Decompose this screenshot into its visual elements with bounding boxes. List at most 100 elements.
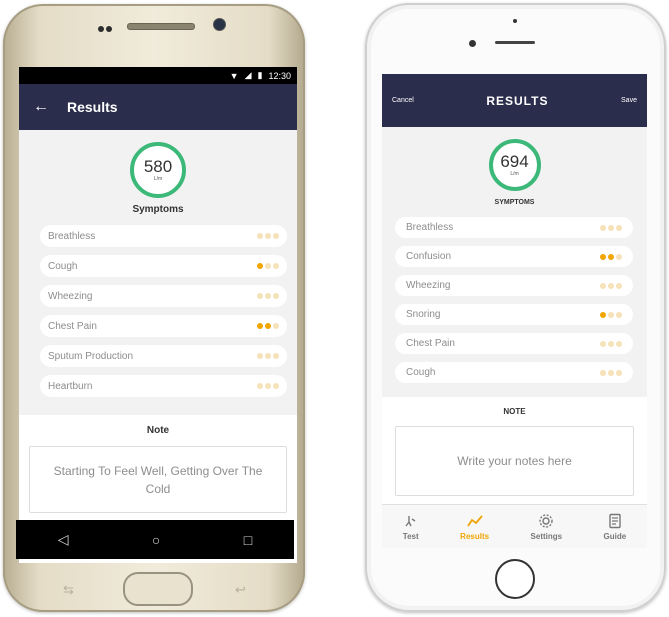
note-field[interactable]: Starting To Feel Well, Getting Over The … [29, 446, 287, 513]
severity-dot[interactable] [616, 253, 622, 260]
tab-settings[interactable]: Settings [530, 513, 563, 541]
severity-rating[interactable] [257, 383, 279, 389]
severity-dot[interactable] [600, 282, 606, 289]
lungs-icon [405, 515, 416, 526]
peak-flow-gauge: 694 L/m [488, 139, 541, 191]
note-heading: NOTE [503, 407, 526, 416]
severity-dot[interactable] [257, 353, 263, 359]
symptom-row[interactable]: Confusion [395, 246, 633, 267]
severity-dot[interactable] [265, 323, 271, 329]
app-bar: ← Results [19, 84, 297, 130]
severity-dot[interactable] [616, 340, 622, 347]
severity-dot[interactable] [616, 311, 622, 318]
severity-dot[interactable] [608, 311, 614, 318]
severity-rating[interactable] [600, 340, 622, 347]
android-phone: ▼ ◢ ▮ 12:30 ← Results 580 L/m Symptoms B… [3, 4, 305, 612]
severity-dot[interactable] [265, 353, 271, 359]
symptom-row[interactable]: Heartburn [40, 375, 287, 397]
symptom-label: Wheezing [48, 290, 93, 302]
severity-dot[interactable] [257, 263, 263, 269]
severity-dot[interactable] [608, 282, 614, 289]
symptom-label: Breathless [406, 222, 454, 233]
severity-dot[interactable] [257, 233, 263, 239]
home-button[interactable] [495, 559, 535, 599]
severity-dot[interactable] [273, 293, 279, 299]
page-title: Results [67, 99, 118, 115]
trend-line-icon [466, 514, 483, 526]
severity-dot[interactable] [608, 340, 614, 347]
peak-flow-gauge: 580 L/m [130, 142, 186, 198]
severity-dot[interactable] [600, 369, 606, 376]
nav-back-icon[interactable]: ◁ [58, 531, 69, 548]
symptom-row[interactable]: Snoring [395, 304, 633, 325]
severity-rating[interactable] [600, 282, 622, 289]
severity-dot[interactable] [600, 253, 606, 260]
severity-dot[interactable] [273, 383, 279, 389]
severity-dot[interactable] [600, 340, 606, 347]
severity-rating[interactable] [257, 323, 279, 329]
symptom-row[interactable]: Cough [40, 255, 287, 277]
severity-rating[interactable] [257, 293, 279, 299]
severity-dot[interactable] [608, 369, 614, 376]
severity-dot[interactable] [273, 323, 279, 329]
severity-rating[interactable] [600, 311, 622, 318]
tab-label: Guide [603, 531, 627, 541]
symptom-row[interactable]: Wheezing [40, 285, 287, 307]
note-input[interactable]: Write your notes here [395, 426, 634, 496]
tab-label: Results [460, 531, 490, 541]
symptom-row[interactable]: Sputum Production [40, 345, 287, 367]
nav-recents-icon[interactable]: □ [244, 532, 252, 548]
symptom-label: Cough [48, 260, 78, 272]
severity-dot[interactable] [265, 233, 271, 239]
severity-dot[interactable] [265, 383, 271, 389]
severity-dot[interactable] [257, 383, 263, 389]
severity-rating[interactable] [257, 233, 279, 239]
wifi-icon: ▼ [229, 70, 239, 81]
severity-dot[interactable] [616, 224, 622, 231]
severity-dot[interactable] [265, 293, 271, 299]
severity-rating[interactable] [600, 224, 622, 231]
note-section: NOTE Write your notes here [382, 397, 647, 505]
tab-results[interactable]: Results [460, 513, 489, 541]
tab-label: Settings [530, 531, 563, 541]
severity-dot[interactable] [257, 293, 263, 299]
status-bar: ▼ ◢ ▮ 12:30 [19, 67, 297, 84]
cancel-button[interactable]: Cancel [392, 97, 414, 104]
severity-dot[interactable] [600, 311, 606, 318]
severity-dot[interactable] [616, 369, 622, 376]
symptom-row[interactable]: Chest Pain [40, 315, 287, 337]
severity-rating[interactable] [600, 253, 622, 260]
severity-rating[interactable] [257, 263, 279, 269]
severity-dot[interactable] [273, 233, 279, 239]
symptom-row[interactable]: Breathless [40, 225, 287, 247]
severity-rating[interactable] [257, 353, 279, 359]
document-icon [609, 513, 621, 528]
soft-key-right-icon[interactable]: ↩ [235, 582, 246, 598]
symptoms-heading: Symptoms [132, 204, 184, 215]
symptom-label: Heartburn [48, 380, 93, 392]
symptom-row[interactable]: Wheezing [395, 275, 633, 296]
severity-dot[interactable] [608, 224, 614, 231]
home-button[interactable] [123, 572, 193, 606]
severity-dot[interactable] [273, 263, 279, 269]
symptom-row[interactable]: Chest Pain [395, 333, 633, 354]
symptom-row[interactable]: Breathless [395, 217, 633, 238]
severity-dot[interactable] [257, 323, 263, 329]
tab-test[interactable]: Test [403, 513, 419, 541]
severity-dot[interactable] [600, 224, 606, 231]
nav-home-icon[interactable]: ○ [152, 532, 160, 548]
symptom-label: Sputum Production [48, 350, 134, 362]
symptom-row[interactable]: Cough [395, 362, 633, 383]
severity-rating[interactable] [600, 369, 622, 376]
symptom-label: Snoring [406, 309, 441, 320]
tab-guide[interactable]: Guide [603, 513, 627, 541]
arrow-left-icon[interactable]: ← [33, 98, 49, 116]
severity-dot[interactable] [273, 353, 279, 359]
save-button[interactable]: Save [621, 97, 637, 104]
severity-dot[interactable] [616, 282, 622, 289]
tab-label: Test [402, 531, 419, 541]
earpiece-speaker [495, 41, 535, 44]
soft-key-left-icon[interactable]: ⇆ [63, 582, 74, 598]
severity-dot[interactable] [608, 253, 614, 260]
severity-dot[interactable] [265, 263, 271, 269]
